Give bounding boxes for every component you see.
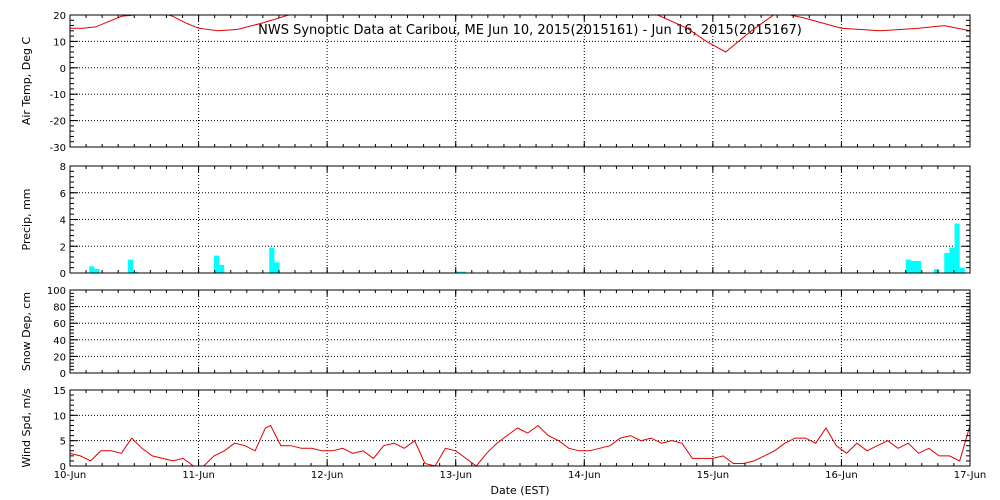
y-tick-label: 15	[53, 386, 66, 397]
panel-frame	[69, 389, 971, 467]
panel-data-precip	[89, 223, 965, 273]
precip-bar	[219, 264, 225, 273]
y-axis-title-air-temp: Air Temp, Deg C	[20, 37, 33, 126]
y-tick-label: 0	[60, 269, 66, 280]
precip-bar	[934, 268, 940, 273]
panel-data-wind-speed	[70, 424, 970, 466]
y-tick-label: 4	[60, 216, 66, 227]
y-tick-label: 40	[53, 336, 66, 347]
y-tick-label: 60	[53, 319, 66, 330]
wind-speed-series-line	[70, 424, 970, 466]
precip-bar	[89, 266, 95, 273]
precip-bar	[269, 247, 275, 273]
precip-bar	[949, 247, 955, 273]
panels-group: -30 -20 -10 0 10 20 Air Temp, Deg C 0 2 4 6 8 Precip…	[20, 11, 987, 481]
panel-frame	[69, 289, 971, 374]
precip-bar	[127, 259, 133, 273]
synoptic-chart: NWS Synoptic Data at Caribou, ME Jun 10,…	[20, 11, 987, 497]
y-tick-label: 10	[53, 37, 66, 48]
x-tick-label: 13-Jun	[439, 470, 472, 481]
x-tick-label: 16-Jun	[825, 470, 858, 481]
precip-bar	[959, 267, 965, 273]
x-tick-label: 17-Jun	[954, 470, 987, 481]
panel-wind-speed: 051015Wind Spd, m/s	[20, 386, 971, 473]
precip-bar	[916, 260, 922, 273]
x-tick-label: 11-Jun	[182, 470, 215, 481]
y-tick-label: 6	[60, 189, 66, 200]
x-tick-label: 12-Jun	[311, 470, 344, 481]
x-axis-title: Date (EST)	[490, 484, 549, 497]
x-tick-label: 14-Jun	[568, 470, 601, 481]
y-tick-label: 80	[53, 303, 66, 314]
precip-bar	[944, 252, 950, 273]
y-axis-title-wind-speed: Wind Spd, m/s	[20, 388, 33, 468]
y-tick-label: 8	[60, 162, 66, 173]
y-tick-label: -20	[50, 117, 66, 128]
y-tick-label: 0	[60, 64, 66, 75]
x-tick-label: 15-Jun	[697, 470, 730, 481]
y-tick-label: 10	[53, 411, 66, 422]
y-tick-label: 5	[60, 437, 66, 448]
precip-bar	[910, 260, 916, 273]
y-tick-label: 2	[60, 242, 66, 253]
precip-bar	[954, 223, 960, 273]
precip-bar	[94, 268, 100, 273]
panel-precip: 0 2 4 6 8 Precip, mm	[20, 162, 971, 280]
chart-title: NWS Synoptic Data at Caribou, ME Jun 10,…	[258, 23, 802, 38]
y-tick-label: 0	[60, 369, 66, 380]
y-tick-label: 20	[53, 352, 66, 363]
y-tick-label: -30	[50, 143, 66, 154]
y-tick-label: -10	[50, 90, 66, 101]
x-tick-label: 10-Jun	[54, 470, 87, 481]
y-tick-label: 20	[53, 11, 66, 22]
y-axis-title-precip: Precip, mm	[20, 189, 33, 251]
y-axis-title-snow-depth: Snow Dep, cm	[20, 292, 33, 371]
precip-bar	[905, 259, 911, 273]
panel-snow-depth: 0 20 40 60 80 100 Snow Dep, cm	[20, 286, 971, 380]
y-tick-label: 100	[47, 286, 66, 297]
